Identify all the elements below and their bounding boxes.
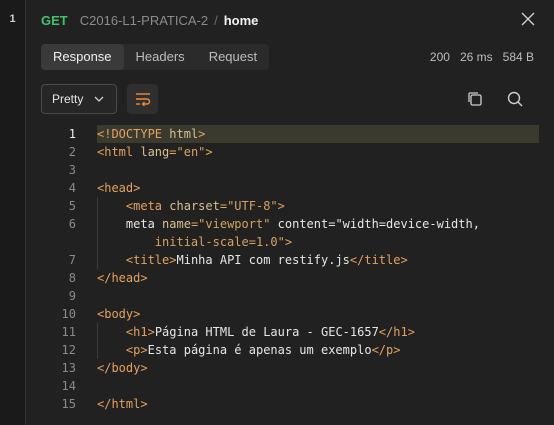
code-line: 12 <p>Esta página é apenas um exemplo</p… [41,341,539,359]
response-size: 584 B [502,50,534,64]
response-body-code[interactable]: 1 <!DOCTYPE html> 2 <html lang="en"> 3 4 <head… [41,125,539,413]
tab-headers[interactable]: Headers [124,44,197,70]
code-line-content: <p>Esta página é apenas um exemplo</p> [125,343,401,357]
line-number: 10 [61,307,76,321]
close-icon[interactable] [520,11,536,27]
line-number: 1 [68,127,76,141]
code-line: 3 [41,161,539,179]
response-toolbar: Pretty [41,84,554,116]
code-line: 7 <title>Minha API com restify.js</title… [41,251,539,269]
line-number: 9 [68,289,76,303]
code-line-content: </html> [97,397,148,411]
code-line-content: <head> [97,181,141,195]
code-line-content [97,161,539,179]
breadcrumb-request-name[interactable]: home [224,13,259,28]
line-number: 11 [61,325,76,339]
response-time: 26 ms [459,50,493,64]
breadcrumb-collection[interactable]: C2016-L1-PRATICA-2 [80,13,208,28]
http-method-badge: GET [41,12,68,28]
code-line-content: <title>Minha API com restify.js</title> [125,253,408,267]
code-line-content [97,377,539,395]
gutter-line-number: 1 [9,13,16,25]
code-line-content: <h1>Página HTML de Laura - GEC-1657</h1> [125,325,415,339]
line-number: 7 [68,253,76,267]
code-line: 4 <head> [41,179,539,197]
line-number: 6 [68,217,76,231]
response-stats: 200 26 ms 584 B [430,50,534,64]
code-line-content: initial-scale=1.0"> [154,235,293,249]
response-tabs: Response Headers Request [41,44,270,70]
breadcrumb-separator: / [214,12,218,28]
code-line: 10 <body> [41,305,539,323]
search-icon[interactable] [506,90,524,108]
format-select[interactable]: Pretty [41,84,117,114]
code-line: 8 </head> [41,269,539,287]
line-number: 13 [61,361,76,375]
code-line: 2 <html lang="en"> [41,143,539,161]
code-line: 14 [41,377,539,395]
code-line-content: </head> [97,271,148,285]
code-line: 15 </html> [41,395,539,413]
editor-gutter: 1 [0,0,26,425]
chevron-down-icon [94,96,104,102]
code-line-content: <!DOCTYPE html> [97,125,539,143]
format-select-value: Pretty [52,92,84,106]
code-line: 6 meta name="viewport" content="width=de… [41,215,539,233]
code-line: 1 <!DOCTYPE html> [41,125,539,143]
code-line-content: </body> [97,361,148,375]
wrap-lines-button[interactable] [127,84,158,114]
code-line-content: <html lang="en"> [97,145,213,159]
line-number: 12 [61,343,76,357]
tab-response[interactable]: Response [41,44,124,70]
code-line: 9 [41,287,539,305]
line-number: 4 [68,181,76,195]
line-number: 2 [68,145,76,159]
tab-request[interactable]: Request [197,44,269,70]
line-number: 15 [61,397,76,411]
wrap-lines-icon [135,93,150,106]
line-number: 8 [68,271,76,285]
request-header: GET C2016-L1-PRATICA-2 / home [25,0,554,40]
status-code: 200 [429,50,450,64]
code-line-content: meta name="viewport" content="width=devi… [125,217,480,231]
code-line: 13 </body> [41,359,539,377]
line-number: 14 [61,379,76,393]
code-line: 5 <meta charset="UTF-8"> [41,197,539,215]
code-line: initial-scale=1.0"> [41,233,539,251]
line-number: 5 [68,199,76,213]
line-number: 3 [68,163,76,177]
code-line: 11 <h1>Página HTML de Laura - GEC-1657</… [41,323,539,341]
code-line-content: <meta charset="UTF-8"> [125,199,285,213]
code-line-content: <body> [97,307,141,321]
code-line-content [97,287,539,305]
copy-icon[interactable] [466,90,484,108]
